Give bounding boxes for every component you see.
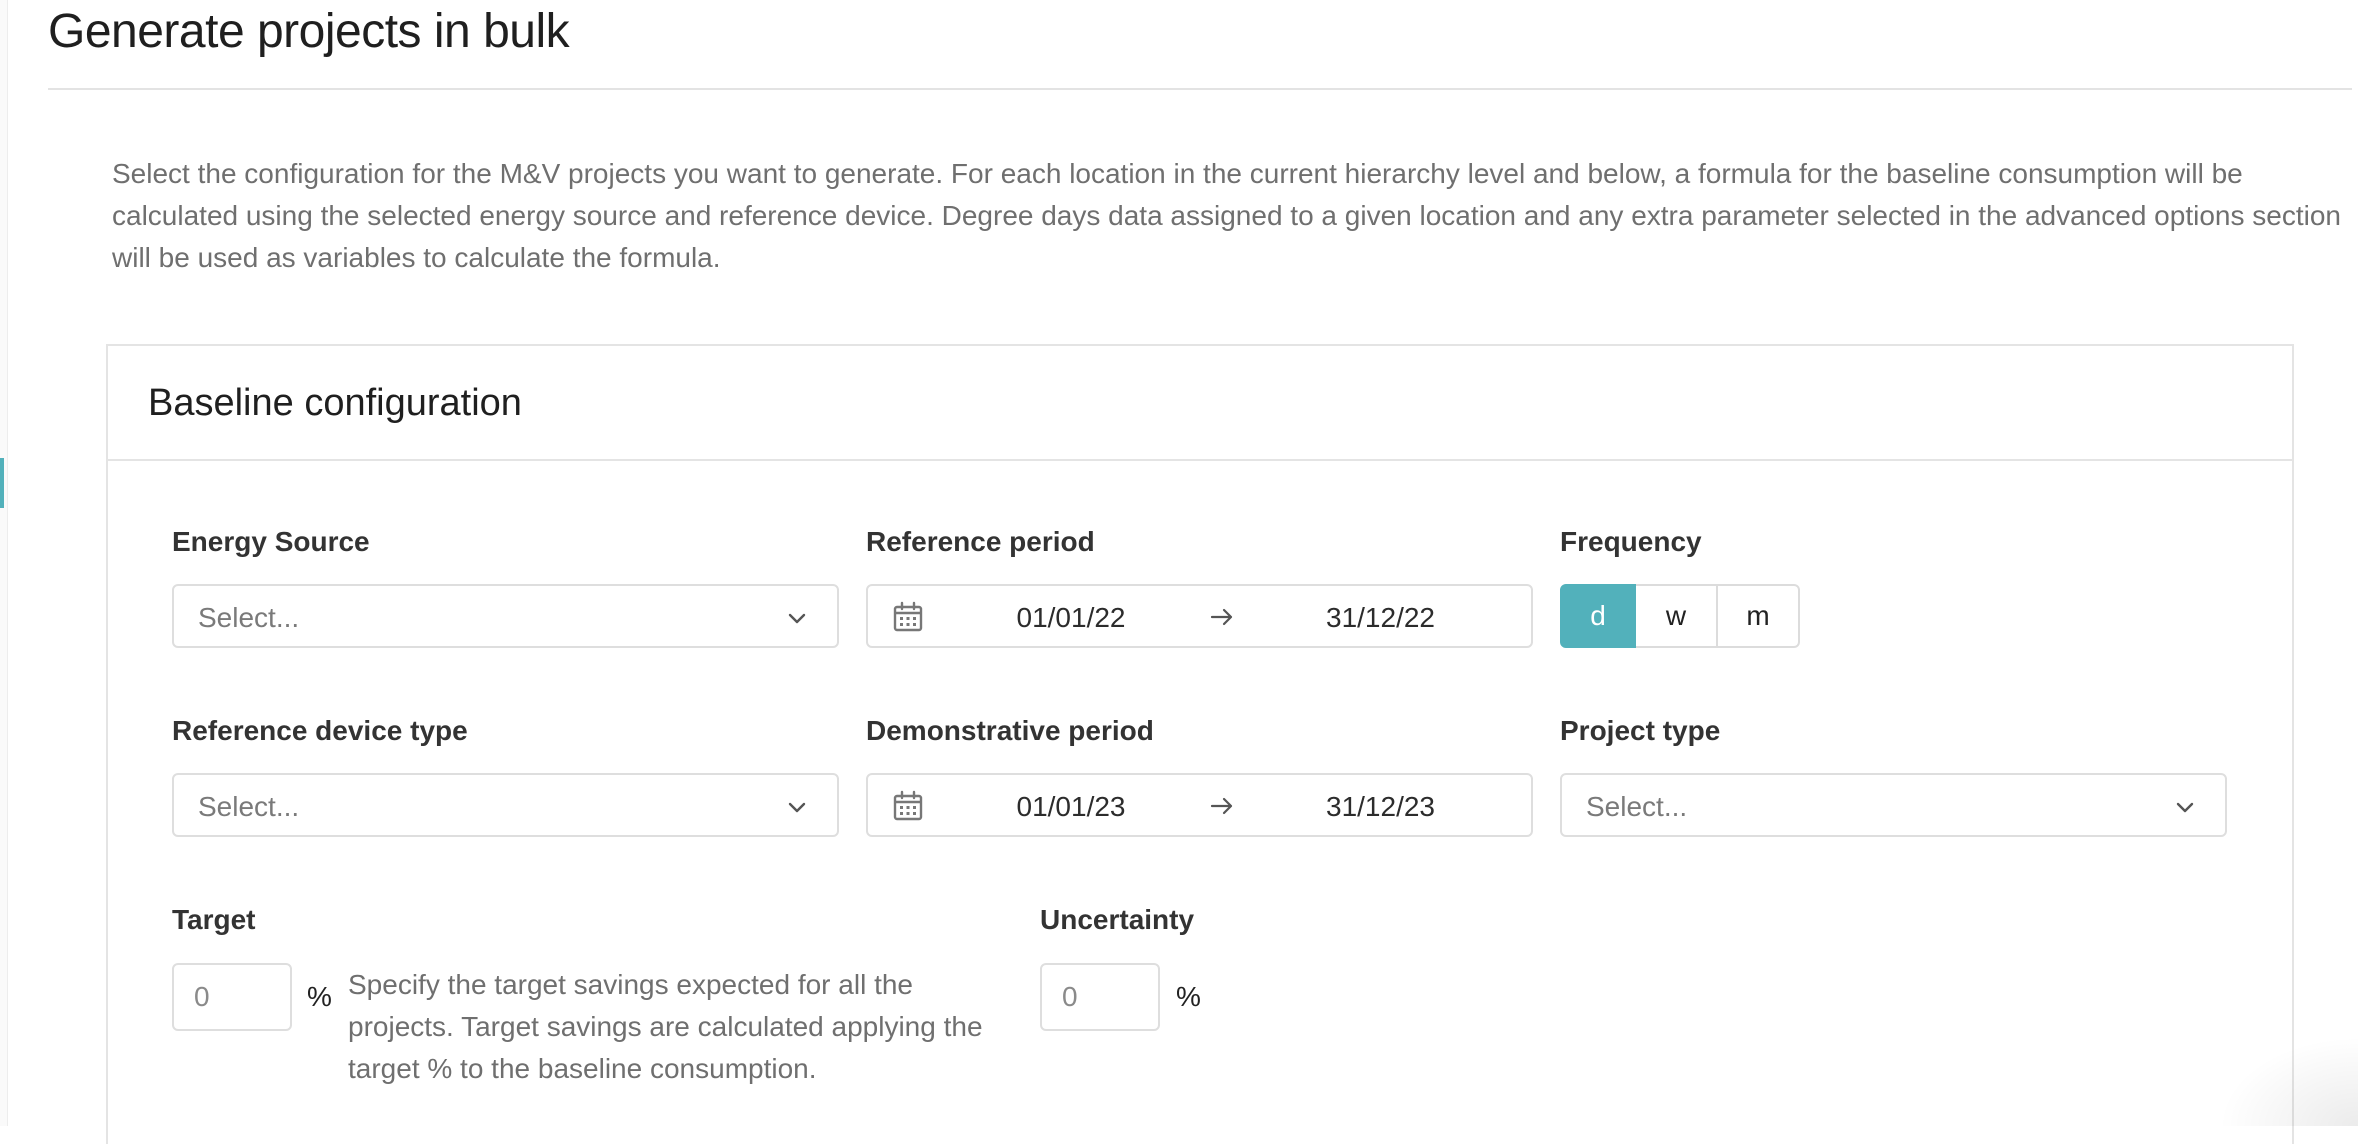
arrow-right-icon xyxy=(1208,603,1236,631)
target-percent-unit: % xyxy=(307,980,332,1014)
page-title: Generate projects in bulk xyxy=(48,2,569,62)
arrow-right-icon xyxy=(1208,792,1236,820)
chevron-down-icon xyxy=(2173,795,2197,819)
reference-device-type-label: Reference device type xyxy=(172,714,468,748)
project-type-placeholder: Select... xyxy=(1586,791,1687,823)
project-type-label: Project type xyxy=(1560,714,1720,748)
title-divider xyxy=(48,88,2352,90)
reference-device-type-select[interactable]: Select... xyxy=(172,773,839,837)
frequency-monthly-button[interactable]: m xyxy=(1718,584,1800,648)
calendar-icon xyxy=(892,790,924,822)
demonstrative-period-label: Demonstrative period xyxy=(866,714,1154,748)
demonstrative-period-range[interactable]: 01/01/23 31/12/23 xyxy=(866,773,1533,837)
energy-source-select[interactable]: Select... xyxy=(172,584,839,648)
target-label: Target xyxy=(172,903,256,937)
project-type-select[interactable]: Select... xyxy=(1560,773,2227,837)
demonstrative-period-start[interactable]: 01/01/23 xyxy=(1016,791,1126,823)
target-input[interactable]: 0 xyxy=(172,963,292,1031)
reference-period-range[interactable]: 01/01/22 31/12/22 xyxy=(866,584,1533,648)
uncertainty-percent-unit: % xyxy=(1176,980,1201,1014)
chevron-down-icon xyxy=(785,795,809,819)
calendar-icon xyxy=(892,601,924,633)
active-nav-indicator xyxy=(0,458,4,508)
left-navigation-rail xyxy=(0,0,8,1126)
page-description: Select the configuration for the M&V pro… xyxy=(112,153,2342,279)
reference-device-type-placeholder: Select... xyxy=(198,791,299,823)
card-title: Baseline configuration xyxy=(148,380,522,426)
energy-source-placeholder: Select... xyxy=(198,602,299,634)
energy-source-label: Energy Source xyxy=(172,525,370,559)
frequency-daily-button[interactable]: d xyxy=(1560,584,1636,648)
reference-period-label: Reference period xyxy=(866,525,1095,559)
reference-period-start[interactable]: 01/01/22 xyxy=(1016,602,1126,634)
chevron-down-icon xyxy=(785,606,809,630)
frequency-label: Frequency xyxy=(1560,525,1702,559)
frequency-toggle-group: d w m xyxy=(1560,584,1800,650)
uncertainty-input[interactable]: 0 xyxy=(1040,963,1160,1031)
target-help-text: Specify the target savings expected for … xyxy=(348,964,988,1090)
uncertainty-label: Uncertainty xyxy=(1040,903,1194,937)
frequency-weekly-button[interactable]: w xyxy=(1636,584,1718,648)
demonstrative-period-end[interactable]: 31/12/23 xyxy=(1323,791,1438,823)
card-header: Baseline configuration xyxy=(108,346,2292,461)
reference-period-end[interactable]: 31/12/22 xyxy=(1323,602,1438,634)
